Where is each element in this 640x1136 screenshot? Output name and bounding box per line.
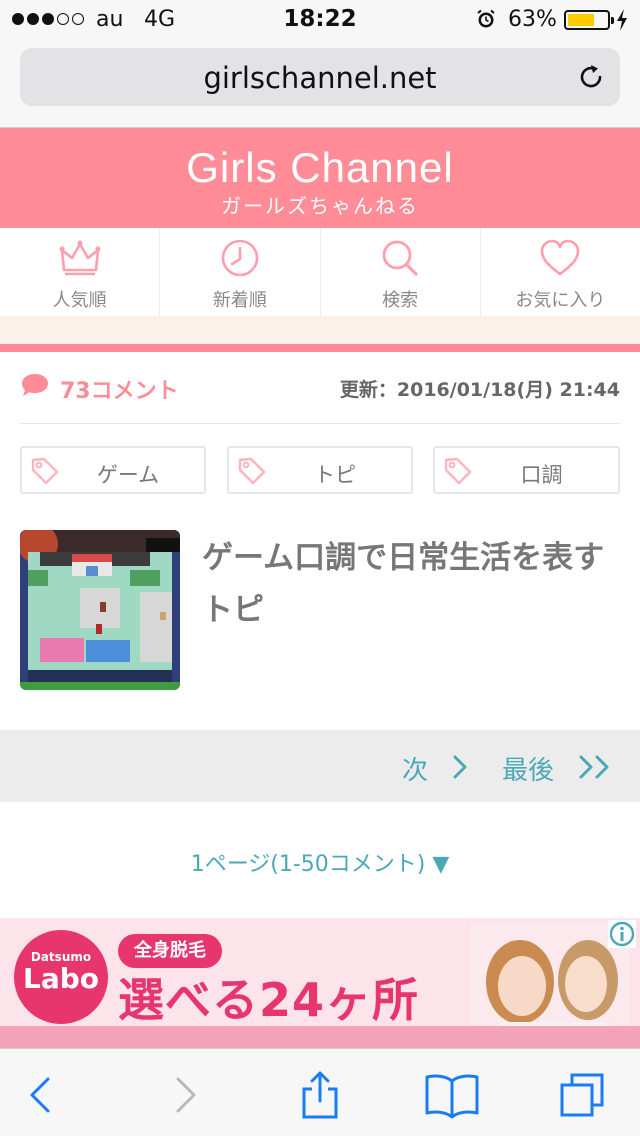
divider-band xyxy=(0,316,640,344)
reload-icon[interactable] xyxy=(576,62,606,92)
nav-item-new[interactable]: 新着順 xyxy=(160,228,321,316)
status-bar: au 4G 18:22 63% xyxy=(0,0,640,40)
clock-icon xyxy=(221,239,259,277)
ad-headline: 選べる24ヶ所 xyxy=(118,973,420,1027)
share-icon[interactable] xyxy=(296,1071,344,1119)
tag-label: ゲーム xyxy=(96,463,160,487)
ad-logo: Datsumo Labo xyxy=(14,930,108,1024)
nav-label: お気に入り xyxy=(515,290,606,311)
topic-tags: ゲーム トピ 口調 xyxy=(20,446,620,494)
nav-label: 検索 xyxy=(382,290,419,311)
tag-topi[interactable]: トピ xyxy=(227,446,413,494)
nav-label: 人気順 xyxy=(52,290,107,311)
tag-label: 口調 xyxy=(520,463,563,487)
site-logo[interactable]: Girls Channel xyxy=(0,144,640,192)
site-logo-subtitle: ガールズちゃんねる xyxy=(221,194,419,218)
address-url[interactable]: girlschannel.net xyxy=(20,61,620,95)
nav-item-favorites[interactable]: お気に入り xyxy=(481,228,640,316)
ad-logo-main: Labo xyxy=(22,962,99,995)
main-nav: 人気順 新着順 検索 お気に入り xyxy=(0,228,640,316)
browser-chrome: girlschannel.net xyxy=(0,40,640,128)
back-icon[interactable] xyxy=(18,1071,66,1119)
last-page-link[interactable]: 最後 xyxy=(502,750,554,787)
divider-line xyxy=(0,344,640,352)
search-icon xyxy=(382,240,418,276)
info-icon[interactable] xyxy=(608,920,636,948)
alarm-icon xyxy=(477,9,495,28)
crown-icon xyxy=(59,240,101,276)
tabs-icon[interactable] xyxy=(558,1071,606,1119)
battery-icon xyxy=(564,10,614,30)
page-select-dropdown[interactable]: 1ページ(1-50コメント) ▼ xyxy=(0,846,640,878)
comment-count[interactable]: 73コメント xyxy=(60,373,179,405)
next-page-link[interactable]: 次 xyxy=(402,750,428,787)
browser-toolbar xyxy=(0,1048,640,1136)
nav-item-popular[interactable]: 人気順 xyxy=(0,228,161,316)
tag-kuchou[interactable]: 口調 xyxy=(433,446,620,494)
ad-bottom-strip xyxy=(0,1026,640,1048)
topic-meta: 73コメント 更新：2016/01/18(月) 21:44 xyxy=(20,352,620,424)
nav-item-search[interactable]: 検索 xyxy=(321,228,481,316)
heart-icon xyxy=(541,239,580,276)
topic-thumbnail[interactable] xyxy=(20,530,180,690)
updated-timestamp: 更新：2016/01/18(月) 21:44 xyxy=(339,379,620,401)
pagination-bar: 次 最後 xyxy=(0,730,640,802)
battery-percent: 63% xyxy=(508,7,557,32)
nav-label: 新着順 xyxy=(212,290,267,311)
charging-icon xyxy=(617,9,627,31)
ad-badge: 全身脱毛 xyxy=(118,934,222,968)
ad-banner[interactable]: Datsumo Labo 全身脱毛 選べる24ヶ所 xyxy=(0,918,640,1048)
bookmarks-icon[interactable] xyxy=(424,1071,480,1119)
forward-icon[interactable] xyxy=(160,1071,208,1119)
comment-bubble-icon xyxy=(22,374,48,396)
tag-label: トピ xyxy=(314,463,356,487)
tag-game[interactable]: ゲーム xyxy=(20,446,206,494)
topic-title[interactable]: ゲーム口調で日常生活を表すトピ xyxy=(202,532,620,636)
chevron-right-icon[interactable] xyxy=(452,754,468,780)
site-header[interactable]: Girls Channel ガールズちゃんねる xyxy=(0,128,640,228)
address-bar[interactable]: girlschannel.net xyxy=(20,48,620,106)
double-chevron-right-icon[interactable] xyxy=(578,754,614,780)
